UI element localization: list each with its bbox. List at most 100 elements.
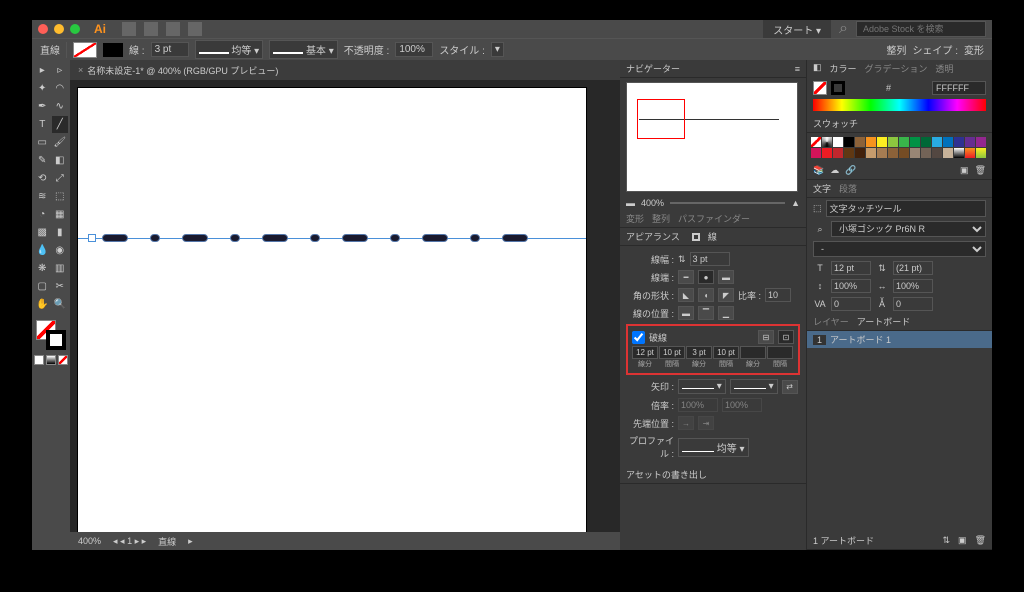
pathfinder-tab[interactable]: パスファインダー [678,212,750,225]
delete-artboard-icon[interactable]: 🗑 [975,535,986,546]
color-mode-button[interactable] [34,355,44,365]
touch-type-icon[interactable]: ⬚ [813,203,822,214]
eyedropper-tool[interactable]: 💧 [34,242,51,259]
corner-round-button[interactable]: ◖ [698,288,714,302]
new-swatch-icon[interactable]: ▣ [960,165,969,176]
rectangle-tool[interactable]: ▭ [34,134,51,151]
magic-wand-tool[interactable]: ✦ [34,80,51,97]
zoom-level[interactable]: 400% [78,536,101,546]
swatch-none[interactable] [811,137,821,147]
line-segment-tool[interactable]: ╱ [52,116,69,133]
dashed-line-checkbox[interactable] [632,331,645,344]
hand-tool[interactable]: ✋ [34,296,51,313]
pen-tool[interactable]: ✒ [34,98,51,115]
swatches-grid[interactable] [807,133,992,162]
dashed-stroke-path[interactable] [88,234,528,242]
start-workspace-button[interactable]: スタート ▾ [763,20,831,39]
paragraph-tab[interactable]: 段落 [839,182,857,195]
weight-input[interactable] [690,252,730,266]
artboards-tab[interactable]: アートボード [857,315,910,328]
transparency-tab[interactable]: 透明 [935,62,953,75]
weight-stepper-icon[interactable]: ⇅ [678,254,686,265]
gradient-tool[interactable]: ▮ [52,224,69,241]
color-spectrum[interactable] [813,99,986,111]
selection-tool[interactable]: ▸ [34,62,51,79]
curvature-tool[interactable]: ∿ [52,98,69,115]
eraser-tool[interactable]: ◧ [52,152,69,169]
swatch-registration[interactable] [822,137,832,147]
dash-3-input[interactable] [740,346,766,359]
transform-tab[interactable]: 変形 [626,212,644,225]
type-tool[interactable]: T [34,116,51,133]
lib-icon[interactable]: 📚 [813,165,824,176]
stroke-weight-input[interactable] [151,42,189,57]
direct-selection-tool[interactable]: ▹ [52,62,69,79]
navigator-view-box[interactable] [637,99,685,139]
adobe-stock-search-input[interactable] [856,21,986,37]
canvas[interactable] [70,80,620,532]
stroke-profile-select-2[interactable]: 基本 ▾ [269,40,338,59]
dash-1-input[interactable] [632,346,658,359]
appearance-tab[interactable]: アピアランス [626,230,680,243]
fill-stroke-indicator[interactable] [34,318,68,352]
blend-tool[interactable]: ◉ [52,242,69,259]
slice-tool[interactable]: ✂ [52,278,69,295]
new-artboard-icon[interactable]: ▣ [958,535,967,546]
zoom-tool[interactable]: 🔍 [52,296,69,313]
cap-butt-button[interactable]: ━ [678,270,694,284]
dash-2-input[interactable] [686,346,712,359]
shape-label[interactable]: シェイプ : [912,42,958,57]
scale-tool[interactable]: ⤢ [52,170,69,187]
mesh-tool[interactable]: ▩ [34,224,51,241]
artboard-list-item[interactable]: 1 アートボード 1 [807,331,992,348]
perspective-grid-tool[interactable]: ▦ [52,206,69,223]
style-select[interactable]: ▾ [491,42,504,57]
gap-2-input[interactable] [713,346,739,359]
character-tab[interactable]: 文字 [813,182,831,195]
lasso-tool[interactable]: ◠ [52,80,69,97]
close-window-button[interactable] [38,24,48,34]
align-center-button[interactable]: ▬ [678,306,694,320]
hscale-input[interactable] [893,279,933,293]
swatches-tab[interactable]: スウォッチ [813,117,858,130]
swap-arrows-button[interactable]: ⇄ [782,380,798,394]
corner-bevel-button[interactable]: ◤ [718,288,734,302]
cap-projecting-button[interactable]: ▬ [718,270,734,284]
stroke-proxy-icon[interactable] [831,81,845,95]
stroke-color-icon[interactable] [46,330,66,350]
shape-builder-tool[interactable]: ◔ [34,206,51,223]
opacity-input[interactable] [395,42,433,57]
align-tab[interactable]: 整列 [652,212,670,225]
width-tool[interactable]: ≋ [34,188,51,205]
dash-align-button[interactable]: ⊡ [778,330,794,344]
path-anchor-start[interactable] [88,234,96,242]
delete-swatch-icon[interactable]: 🗑 [975,165,986,176]
font-style-select[interactable]: - [813,241,986,257]
font-search-icon[interactable]: ⌕ [813,224,827,235]
corner-miter-button[interactable]: ◣ [678,288,694,302]
arrow-start-select[interactable]: ▾ [678,379,726,394]
stroke-profile-select-1[interactable]: 均等 ▾ [195,40,264,59]
dash-preserve-button[interactable]: ⊟ [758,330,774,344]
free-transform-tool[interactable]: ⬚ [52,188,69,205]
gradient-mode-button[interactable] [46,355,56,365]
color-tab[interactable]: カラー [830,62,857,75]
align-inside-button[interactable]: ▔ [698,306,714,320]
rotate-tool[interactable]: ⟲ [34,170,51,187]
tracking-input[interactable] [831,297,871,311]
stock-icon[interactable] [144,22,158,36]
hex-input[interactable] [932,81,986,95]
vscale-input[interactable] [831,279,871,293]
artboard-tool[interactable]: ▢ [34,278,51,295]
paintbrush-tool[interactable]: 🖌 [52,134,69,151]
cap-round-button[interactable]: ● [698,270,714,284]
gap-3-input[interactable] [767,346,793,359]
artboard[interactable] [78,88,586,532]
miter-input[interactable] [765,288,791,302]
profile-select[interactable]: 均等 ▾ [678,438,749,457]
maximize-window-button[interactable] [70,24,80,34]
align-label[interactable]: 整列 [886,42,906,57]
align-outside-button[interactable]: ▁ [718,306,734,320]
link-icon[interactable]: 🔗 [845,165,856,176]
gap-1-input[interactable] [659,346,685,359]
